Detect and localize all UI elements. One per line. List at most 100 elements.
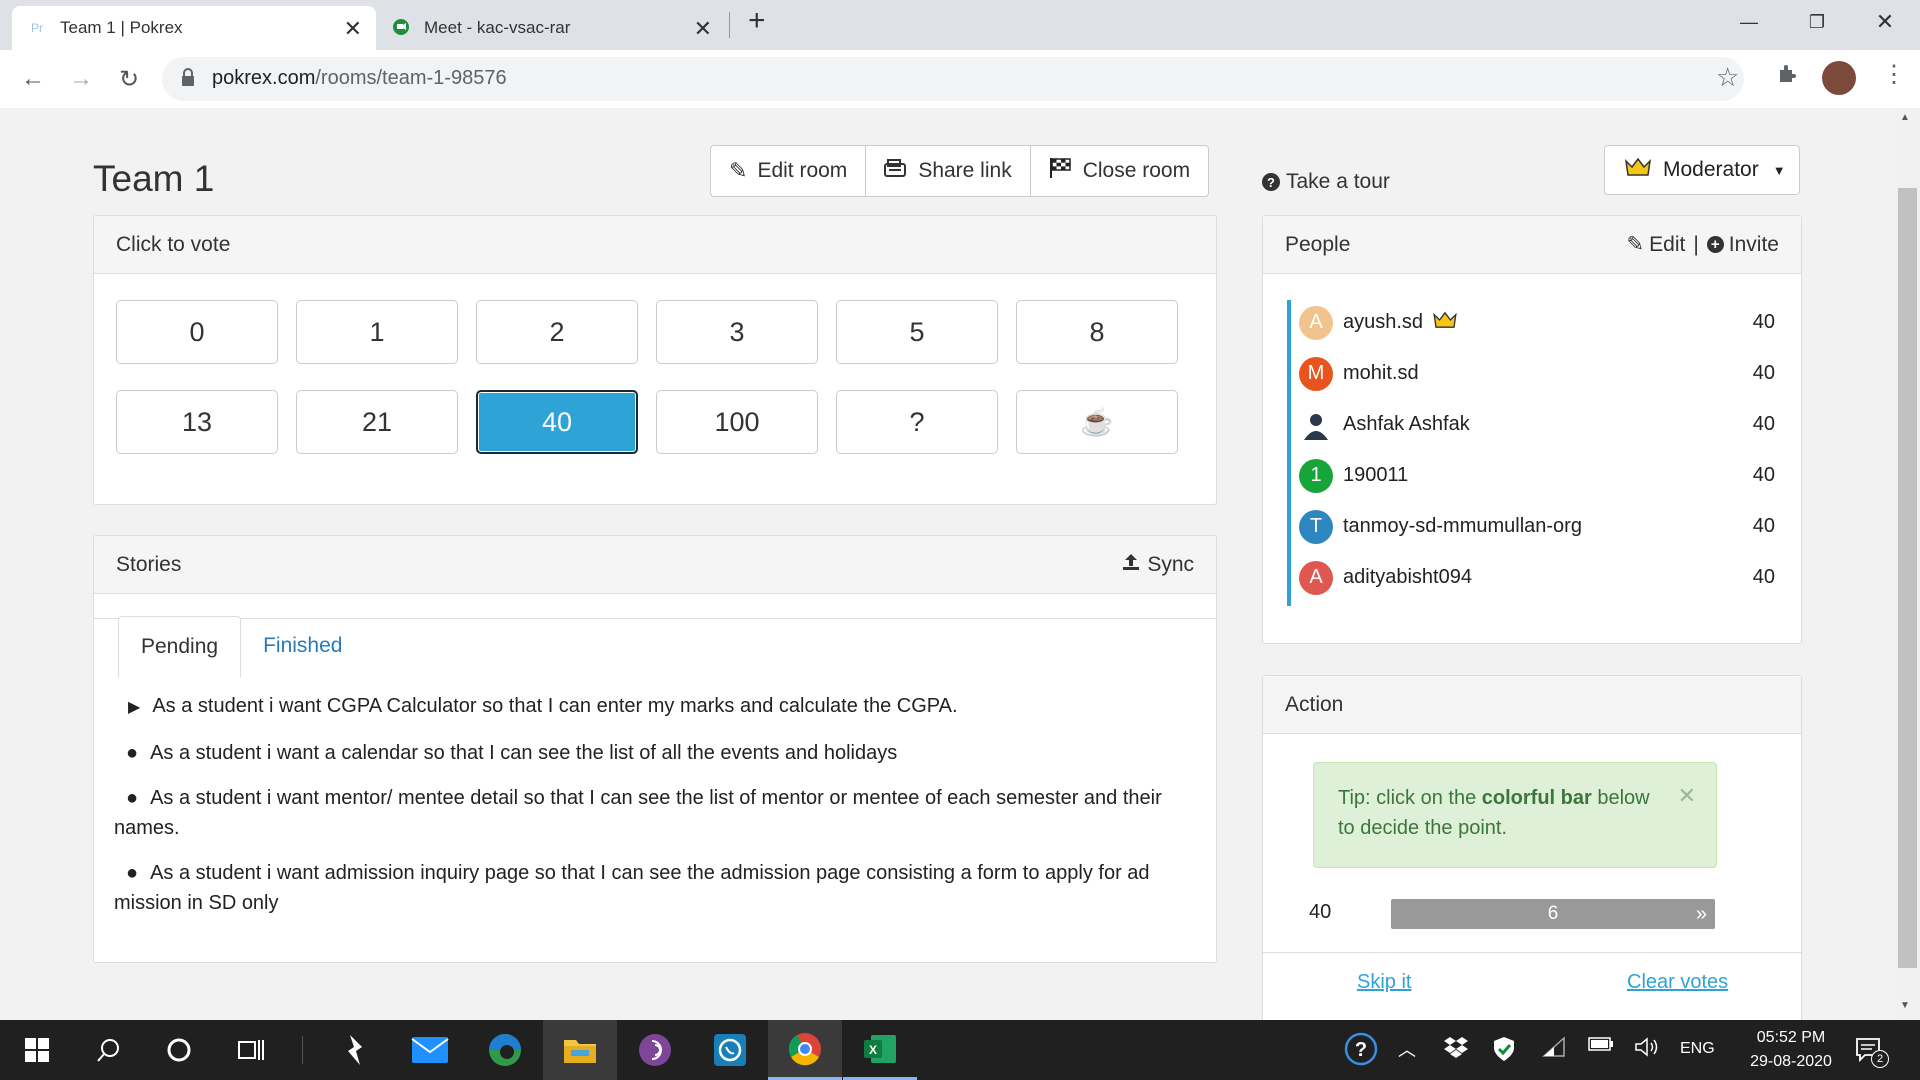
notification-center-icon[interactable]: 2: [1854, 1036, 1889, 1071]
url-text[interactable]: pokrex.com/rooms/team-1-98576: [212, 67, 507, 90]
whatsapp-icon[interactable]: [693, 1020, 767, 1080]
search-icon[interactable]: [72, 1020, 146, 1080]
clear-votes-link[interactable]: Clear votes: [1627, 971, 1728, 994]
tor-browser-icon[interactable]: [618, 1020, 692, 1080]
avatar: 1: [1299, 458, 1333, 493]
person-vote: 40: [1752, 566, 1775, 588]
vote-card-2[interactable]: 2: [476, 300, 638, 364]
upload-icon: [1121, 552, 1141, 578]
lock-icon[interactable]: [180, 68, 196, 93]
vote-card-40-selected[interactable]: 40: [476, 390, 638, 454]
profile-avatar[interactable]: [1822, 61, 1856, 95]
share-link-button[interactable]: Share link: [866, 146, 1031, 196]
tab-pending[interactable]: Pending: [118, 616, 242, 678]
story-item[interactable]: ● As a student i want admission inquiry p…: [114, 858, 1212, 918]
story-item[interactable]: ● As a student i want mentor/ mentee deta…: [114, 783, 1212, 843]
scroll-down-icon[interactable]: ▼: [1900, 1000, 1910, 1011]
edge-icon[interactable]: [468, 1020, 542, 1080]
language-indicator[interactable]: ENG: [1680, 1040, 1715, 1058]
url-path: /rooms/team-1-98576: [315, 67, 507, 89]
people-heading: People: [1285, 232, 1351, 256]
vote-card-coffee[interactable]: ☕: [1016, 390, 1178, 454]
vote-card-100[interactable]: 100: [656, 390, 818, 454]
close-tab-icon[interactable]: ✕: [344, 16, 362, 42]
vote-card-5[interactable]: 5: [836, 300, 998, 364]
moderator-crown-icon: [1433, 311, 1457, 335]
bookmark-star-icon[interactable]: ☆: [1716, 62, 1739, 93]
vote-card-unknown[interactable]: ?: [836, 390, 998, 454]
volume-icon[interactable]: [1634, 1036, 1660, 1063]
tab-pokrex[interactable]: Pr Team 1 | Pokrex ✕: [12, 6, 376, 50]
app-bolt-icon[interactable]: [318, 1020, 392, 1080]
avatar: A: [1299, 560, 1333, 595]
chrome-icon[interactable]: [768, 1020, 842, 1080]
close-room-label: Close room: [1082, 159, 1191, 182]
clock[interactable]: 05:52 PM 29-08-2020: [1736, 1026, 1846, 1074]
cortana-icon[interactable]: [142, 1020, 216, 1080]
person-vote: 40: [1752, 362, 1775, 384]
vote-card-21[interactable]: 21: [296, 390, 458, 454]
battery-icon[interactable]: [1588, 1036, 1614, 1057]
task-view-icon[interactable]: [214, 1020, 288, 1080]
colorful-vote-bar[interactable]: 6 »: [1391, 899, 1715, 929]
window-close-icon[interactable]: ✕: [1854, 0, 1916, 44]
sync-button[interactable]: Sync: [1121, 552, 1194, 578]
tab-meet[interactable]: Meet - kac-vsac-rar ✕: [376, 6, 726, 50]
restore-icon[interactable]: ❐: [1786, 0, 1848, 44]
stories-tabs: Pending Finished: [118, 616, 364, 678]
scroll-up-icon[interactable]: ▲: [1900, 112, 1910, 123]
extensions-icon[interactable]: [1776, 62, 1800, 91]
invite-button[interactable]: + Invite: [1706, 232, 1779, 257]
people-accent-bar: [1287, 300, 1291, 606]
file-explorer-icon[interactable]: [543, 1020, 617, 1080]
vote-card-0[interactable]: 0: [116, 300, 278, 364]
mail-icon[interactable]: [393, 1020, 467, 1080]
help-icon[interactable]: ?: [1344, 1032, 1378, 1071]
story-item[interactable]: ● As a student i want a calendar so that …: [114, 738, 1212, 768]
minimize-icon[interactable]: —: [1718, 0, 1780, 44]
scrollbar-thumb[interactable]: [1898, 188, 1917, 968]
role-dropdown[interactable]: Moderator ▼: [1604, 145, 1800, 195]
back-icon[interactable]: ←: [16, 62, 50, 96]
sync-label: Sync: [1147, 552, 1194, 576]
person-row: T tanmoy-sd-mmumullan-org 40: [1299, 501, 1775, 552]
wifi-icon[interactable]: [1542, 1036, 1566, 1063]
dropbox-icon[interactable]: [1444, 1036, 1468, 1063]
close-room-button[interactable]: Close room: [1031, 146, 1208, 196]
avatar: T: [1299, 509, 1333, 544]
edit-square-icon: ✎: [1626, 233, 1645, 256]
share-icon: [884, 158, 908, 184]
take-a-tour-link[interactable]: ? Take a tour: [1262, 170, 1390, 194]
edit-people-label: Edit: [1649, 232, 1686, 256]
crown-icon: [1624, 157, 1652, 183]
excel-icon[interactable]: X: [843, 1020, 917, 1080]
caret-down-icon: ▼: [1772, 162, 1786, 178]
person-row: A ayush.sd 40: [1299, 297, 1775, 348]
new-tab-icon[interactable]: +: [748, 4, 766, 38]
skip-it-link[interactable]: Skip it: [1357, 971, 1411, 994]
avatar-photo: [1299, 407, 1333, 442]
vote-card-1[interactable]: 1: [296, 300, 458, 364]
person-vote: 40: [1752, 311, 1775, 333]
story-item-active[interactable]: ▶ As a student i want CGPA Calculator so …: [114, 691, 1212, 723]
action-heading: Action: [1285, 692, 1344, 716]
vote-card-8[interactable]: 8: [1016, 300, 1178, 364]
close-tab-icon[interactable]: ✕: [694, 16, 712, 42]
people-panel-header: People ✎ Edit | + Invite: [1263, 216, 1801, 274]
edit-room-button[interactable]: ✎ Edit room: [711, 146, 867, 196]
reload-icon[interactable]: ↻: [112, 62, 146, 96]
close-tip-icon[interactable]: ✕: [1678, 781, 1696, 811]
checkered-flag-icon: [1049, 157, 1073, 185]
show-hidden-icons[interactable]: ︿: [1398, 1036, 1416, 1062]
security-shield-icon[interactable]: [1492, 1036, 1516, 1067]
bar-count: 6: [1547, 903, 1559, 924]
menu-dots-icon[interactable]: ⋮: [1882, 60, 1906, 89]
vote-card-3[interactable]: 3: [656, 300, 818, 364]
windows-start-icon[interactable]: [0, 1020, 74, 1080]
edit-people-button[interactable]: ✎ Edit: [1627, 232, 1686, 257]
vote-card-13[interactable]: 13: [116, 390, 278, 454]
forward-icon[interactable]: →: [64, 62, 98, 96]
invite-label: Invite: [1728, 232, 1779, 256]
tab-title: Meet - kac-vsac-rar: [424, 18, 571, 37]
tab-finished[interactable]: Finished: [241, 616, 364, 676]
